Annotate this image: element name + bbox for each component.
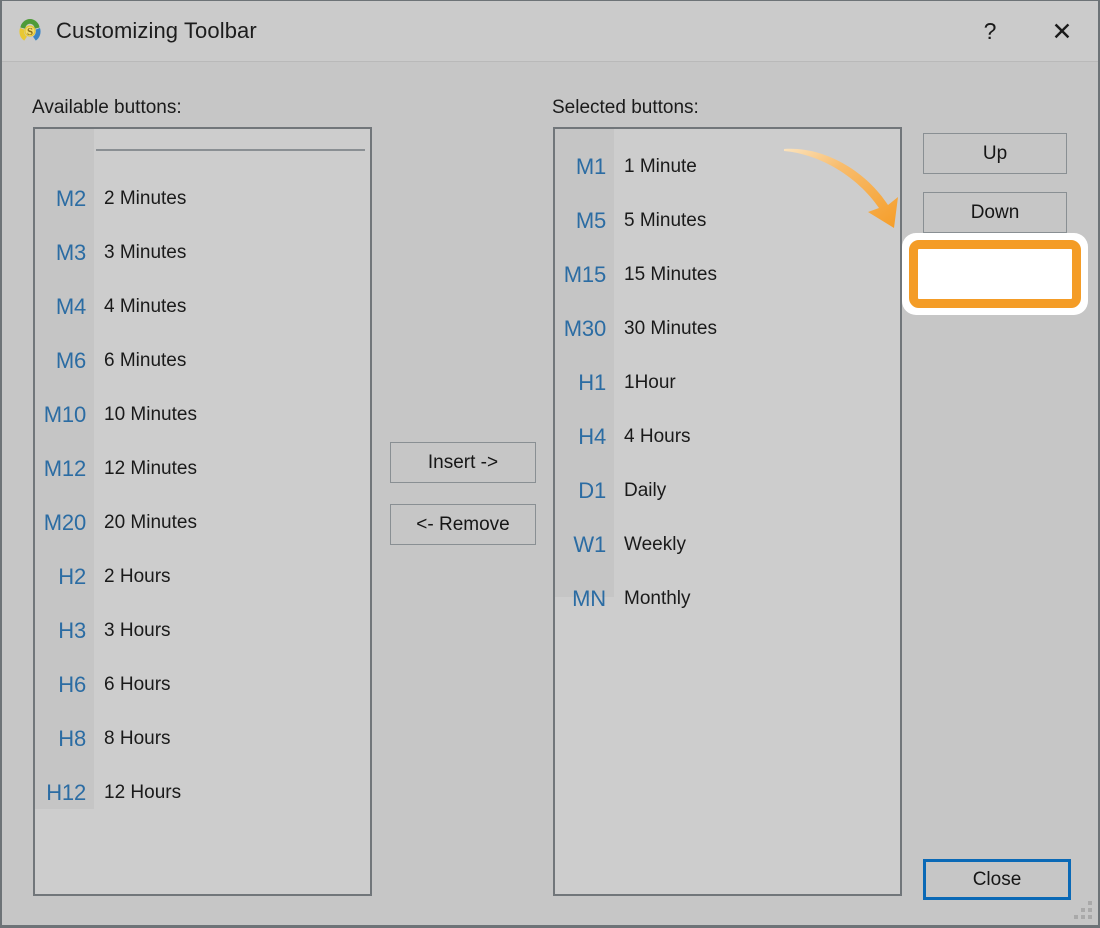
selected-button-code: M1: [575, 154, 606, 179]
available-list-items: M2 2 Minutes M3 3 Minutes M4 4 Minutes M6 6 Min…: [35, 129, 370, 820]
svg-text:S: S: [27, 26, 33, 38]
customizing-toolbar-dialog: S Customizing Toolbar ? ✕ Available butt…: [0, 0, 1100, 928]
selected-button-label: Weekly: [624, 534, 686, 555]
resize-grip[interactable]: [1074, 901, 1092, 919]
move-up-button[interactable]: Up: [923, 133, 1067, 174]
available-button-label: 6 Minutes: [104, 350, 187, 371]
selected-button-row[interactable]: H4 4 Hours: [555, 410, 900, 464]
available-buttons-label: Available buttons:: [32, 97, 182, 118]
available-button-label: 2 Hours: [104, 566, 171, 587]
selected-button-row[interactable]: M30 30 Minutes: [555, 302, 900, 356]
selected-button-code: W1: [573, 532, 606, 557]
selected-button-label: Daily: [624, 480, 667, 501]
available-button-row[interactable]: H6 6 Hours: [35, 658, 370, 712]
close-icon[interactable]: ✕: [1026, 1, 1098, 62]
available-button-code: H2: [58, 564, 86, 589]
available-button-label: 12 Hours: [104, 782, 182, 803]
available-button-code: M3: [55, 240, 86, 265]
help-button[interactable]: ?: [954, 1, 1026, 62]
available-button-label: 2 Minutes: [104, 188, 187, 209]
title-bar: S Customizing Toolbar ? ✕: [2, 1, 1098, 62]
selected-button-row[interactable]: M5 5 Minutes: [555, 194, 900, 248]
available-button-label: 3 Minutes: [104, 242, 187, 263]
selected-button-code: D1: [578, 478, 606, 503]
selected-button-code: M15: [563, 262, 606, 287]
selected-button-label: 5 Minutes: [624, 210, 707, 231]
selected-button-label: Monthly: [624, 588, 691, 609]
available-button-code: M4: [55, 294, 86, 319]
available-button-row[interactable]: M20 20 Minutes: [35, 496, 370, 550]
selected-button-code: H4: [578, 424, 606, 449]
available-button-row[interactable]: M3 3 Minutes: [35, 226, 370, 280]
available-button-row[interactable]: H8 8 Hours: [35, 712, 370, 766]
selected-button-label: 4 Hours: [624, 426, 691, 447]
available-button-label: 3 Hours: [104, 620, 171, 641]
available-button-label: 12 Minutes: [104, 458, 197, 479]
selected-button-row[interactable]: W1 Weekly: [555, 518, 900, 572]
selected-buttons-label: Selected buttons:: [552, 97, 699, 118]
close-button[interactable]: Close: [923, 859, 1071, 900]
selected-buttons-list[interactable]: M1 1 Minute M5 5 Minutes M15 15 Minutes M30 30 …: [553, 127, 902, 896]
move-down-button[interactable]: Down: [923, 192, 1067, 233]
available-button-row[interactable]: M12 12 Minutes: [35, 442, 370, 496]
selected-button-row[interactable]: M1 1 Minute: [555, 140, 900, 194]
available-button-code: M2: [55, 186, 86, 211]
selected-button-label: 1 Minute: [624, 156, 697, 177]
app-logo-icon: S: [16, 17, 44, 45]
selected-button-code: M5: [575, 208, 606, 233]
available-button-code: M20: [43, 510, 86, 535]
available-button-row[interactable]: M10 10 Minutes: [35, 388, 370, 442]
available-buttons-list[interactable]: M2 2 Minutes M3 3 Minutes M4 4 Minutes M6 6 Min…: [33, 127, 372, 896]
selected-list-items: M1 1 Minute M5 5 Minutes M15 15 Minutes M30 30 …: [555, 129, 900, 626]
available-button-code: M12: [43, 456, 86, 481]
selected-button-row[interactable]: H1 1Hour: [555, 356, 900, 410]
available-button-code: H6: [58, 672, 86, 697]
window-title: Customizing Toolbar: [56, 18, 257, 43]
available-button-code: M6: [55, 348, 86, 373]
selected-button-row[interactable]: M15 15 Minutes: [555, 248, 900, 302]
available-button-row[interactable]: M6 6 Minutes: [35, 334, 370, 388]
insert-button[interactable]: Insert ->: [390, 442, 536, 483]
available-button-row[interactable]: M2 2 Minutes: [35, 172, 370, 226]
selected-button-label: 1Hour: [624, 372, 676, 393]
available-button-label: 20 Minutes: [104, 512, 197, 533]
remove-button[interactable]: <- Remove: [390, 504, 536, 545]
available-button-row[interactable]: H2 2 Hours: [35, 550, 370, 604]
reset-button[interactable]: Reset: [923, 252, 1067, 295]
selected-button-label: 30 Minutes: [624, 318, 717, 339]
available-button-label: 10 Minutes: [104, 404, 197, 425]
available-button-row[interactable]: H12 12 Hours: [35, 766, 370, 820]
available-button-label: 6 Hours: [104, 674, 171, 695]
available-button-row[interactable]: M4 4 Minutes: [35, 280, 370, 334]
selected-button-label: 15 Minutes: [624, 264, 717, 285]
selected-button-row[interactable]: D1 Daily: [555, 464, 900, 518]
available-button-code: H8: [58, 726, 86, 751]
available-button-code: M10: [43, 402, 86, 427]
available-button-row[interactable]: H3 3 Hours: [35, 604, 370, 658]
selected-button-code: MN: [572, 586, 606, 611]
available-button-code: H3: [58, 618, 86, 643]
available-button-code: H12: [46, 780, 86, 805]
available-button-label: 8 Hours: [104, 728, 171, 749]
selected-button-code: H1: [578, 370, 606, 395]
selected-button-code: M30: [563, 316, 606, 341]
available-button-label: 4 Minutes: [104, 296, 187, 317]
selected-button-row[interactable]: MN Monthly: [555, 572, 900, 626]
window-controls: ? ✕: [954, 1, 1098, 61]
